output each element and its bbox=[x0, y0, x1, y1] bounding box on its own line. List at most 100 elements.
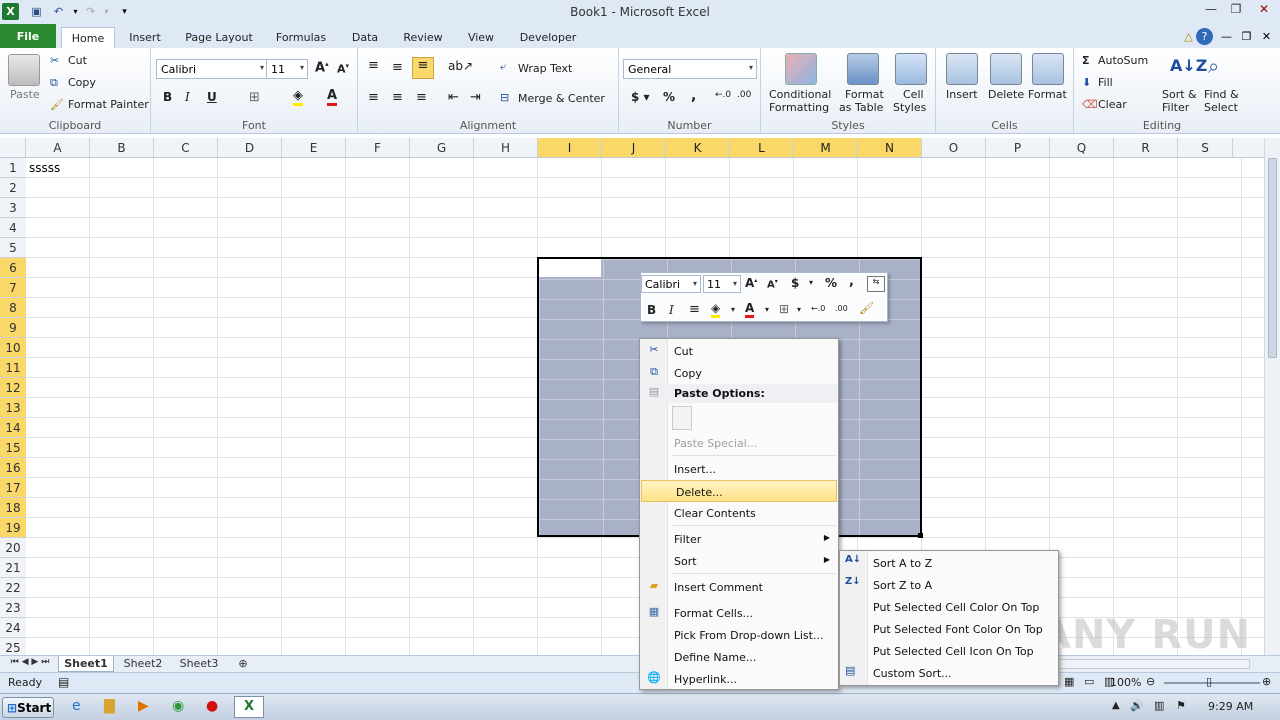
insert-cells-icon[interactable] bbox=[946, 53, 978, 85]
row-header-3[interactable]: 3 bbox=[0, 198, 26, 218]
decrease-indent-icon[interactable]: ⇤ bbox=[448, 90, 459, 105]
conditional-formatting-icon[interactable] bbox=[785, 53, 817, 85]
row-header-20[interactable]: 20 bbox=[0, 538, 26, 558]
align-right-icon[interactable]: ≡ bbox=[416, 90, 427, 105]
mini-comma-icon[interactable]: , bbox=[849, 274, 854, 289]
insert-sheet-icon[interactable]: ⊕ bbox=[232, 656, 254, 672]
mini-grow-font-icon[interactable]: A▴ bbox=[745, 276, 757, 290]
shrink-font-icon[interactable]: A▾ bbox=[337, 62, 349, 76]
column-header-q[interactable]: Q bbox=[1050, 138, 1114, 157]
sort-z-to-a[interactable]: Z↓ Sort Z to A bbox=[840, 574, 1058, 596]
row-header-5[interactable]: 5 bbox=[0, 238, 26, 258]
sort-a-to-z[interactable]: A↓ Sort A to Z bbox=[840, 552, 1058, 574]
row-header-15[interactable]: 15 bbox=[0, 438, 26, 458]
tray-up-icon[interactable]: ▲ bbox=[1112, 700, 1120, 711]
delete-cells-button[interactable]: Delete bbox=[988, 88, 1024, 101]
ribbon-minimize-icon[interactable]: △ bbox=[1180, 28, 1197, 45]
menu-item-define-name[interactable]: Define Name... bbox=[640, 646, 838, 668]
grow-font-icon[interactable]: A▴ bbox=[315, 60, 329, 75]
format-painter-icon[interactable]: 🖌 bbox=[50, 98, 64, 111]
macro-record-icon[interactable]: ▤ bbox=[58, 675, 69, 689]
increase-decimal-icon[interactable]: ←.0 bbox=[715, 90, 731, 100]
active-cell[interactable] bbox=[539, 259, 601, 277]
row-header-19[interactable]: 19 bbox=[0, 518, 26, 538]
chrome-icon[interactable]: ◉ bbox=[172, 698, 184, 714]
tab-insert[interactable]: Insert bbox=[122, 27, 168, 48]
cut-icon[interactable]: ✂ bbox=[50, 54, 59, 67]
paste-option-icon[interactable] bbox=[672, 406, 692, 430]
explorer-icon[interactable]: ▇ bbox=[104, 698, 115, 714]
clear-icon[interactable]: ⌫ bbox=[1082, 98, 1098, 111]
page-layout-view-icon[interactable]: ▭ bbox=[1084, 675, 1094, 688]
row-header-12[interactable]: 12 bbox=[0, 378, 26, 398]
vertical-scrollbar[interactable] bbox=[1264, 138, 1280, 655]
wrap-text-icon[interactable]: ⤶ bbox=[500, 60, 506, 74]
mini-font-color-dropdown-icon[interactable]: ▾ bbox=[765, 305, 769, 314]
menu-item-clear-contents[interactable]: Clear Contents bbox=[640, 502, 838, 524]
opera-icon[interactable]: ● bbox=[206, 698, 218, 714]
cell-icon-on-top[interactable]: Put Selected Cell Icon On Top bbox=[840, 640, 1058, 662]
mini-bold-icon[interactable]: B bbox=[647, 303, 656, 317]
column-header-m[interactable]: M bbox=[794, 138, 858, 157]
column-header-e[interactable]: E bbox=[282, 138, 346, 157]
conditional-formatting-line1[interactable]: Conditional bbox=[769, 88, 831, 101]
mini-italic-icon[interactable]: I bbox=[669, 303, 674, 317]
align-bottom-icon[interactable]: ≡ bbox=[412, 57, 434, 79]
fill-icon[interactable]: ⬇ bbox=[1082, 76, 1091, 89]
minimize-icon[interactable]: — bbox=[1199, 2, 1223, 20]
column-header-n[interactable]: N bbox=[858, 138, 922, 157]
volume-icon[interactable]: 🔊 bbox=[1130, 699, 1144, 712]
decrease-decimal-icon[interactable]: .00 bbox=[737, 90, 751, 100]
column-header-b[interactable]: B bbox=[90, 138, 154, 157]
cell-color-on-top[interactable]: Put Selected Cell Color On Top bbox=[840, 596, 1058, 618]
mini-borders-icon[interactable]: ⊞ bbox=[779, 302, 789, 316]
column-header-l[interactable]: L bbox=[730, 138, 794, 157]
row-header-22[interactable]: 22 bbox=[0, 578, 26, 598]
menu-item-format-cells[interactable]: ▦ Format Cells... bbox=[640, 602, 838, 624]
scroll-thumb[interactable] bbox=[1268, 158, 1277, 358]
cell-styles-line2[interactable]: Styles bbox=[893, 101, 926, 114]
fill-button[interactable]: Fill bbox=[1098, 76, 1113, 89]
format-as-table-line2[interactable]: as Table bbox=[839, 101, 883, 114]
media-player-icon[interactable]: ▶ bbox=[138, 698, 149, 714]
restore-icon[interactable]: ❐ bbox=[1224, 2, 1248, 20]
orientation-icon[interactable]: ab↗ bbox=[448, 59, 473, 73]
align-left-icon[interactable]: ≡ bbox=[368, 90, 379, 105]
increase-indent-icon[interactable]: ⇥ bbox=[470, 90, 481, 105]
fill-color-icon[interactable]: ◈ bbox=[293, 88, 303, 106]
align-top-icon[interactable]: ≡ bbox=[368, 58, 379, 73]
currency-icon[interactable]: $ ▾ bbox=[631, 90, 650, 104]
row-header-9[interactable]: 9 bbox=[0, 318, 26, 338]
format-painter-button[interactable]: Format Painter bbox=[68, 98, 149, 111]
flag-icon[interactable]: ⚑ bbox=[1176, 699, 1186, 712]
network-icon[interactable]: ▥ bbox=[1154, 699, 1164, 712]
menu-item-insert-comment[interactable]: ▰ Insert Comment bbox=[640, 576, 838, 598]
paste-button[interactable]: Paste bbox=[10, 88, 40, 101]
column-header-j[interactable]: J bbox=[602, 138, 666, 157]
excel-taskbar-icon[interactable]: X bbox=[234, 696, 264, 718]
italic-icon[interactable]: I bbox=[185, 90, 190, 104]
tab-page-layout[interactable]: Page Layout bbox=[180, 27, 258, 48]
sort-filter-line1[interactable]: Sort & bbox=[1162, 88, 1197, 101]
tab-formulas[interactable]: Formulas bbox=[270, 27, 332, 48]
clear-button[interactable]: Clear bbox=[1098, 98, 1127, 111]
column-header-o[interactable]: O bbox=[922, 138, 986, 157]
zoom-in-icon[interactable]: ⊕ bbox=[1262, 675, 1271, 688]
sort-filter-line2[interactable]: Filter bbox=[1162, 101, 1189, 114]
mini-font-color-icon[interactable]: A bbox=[745, 301, 755, 318]
fill-handle[interactable] bbox=[918, 533, 923, 538]
zoom-level[interactable]: 100% bbox=[1110, 676, 1141, 689]
row-header-21[interactable]: 21 bbox=[0, 558, 26, 578]
cell-a1[interactable]: sssss bbox=[29, 161, 60, 175]
copy-button[interactable]: Copy bbox=[68, 76, 96, 89]
paste-icon[interactable] bbox=[8, 54, 40, 86]
mini-fill-color-icon[interactable]: ◈ bbox=[711, 301, 721, 318]
row-header-24[interactable]: 24 bbox=[0, 618, 26, 638]
row-header-7[interactable]: 7 bbox=[0, 278, 26, 298]
tab-file[interactable]: File bbox=[0, 24, 56, 48]
borders-icon[interactable]: ⊞ bbox=[249, 90, 260, 105]
start-button[interactable]: ⊞Start bbox=[2, 697, 54, 718]
number-format-combo[interactable]: General ▾ bbox=[623, 59, 757, 79]
insert-cells-button[interactable]: Insert bbox=[946, 88, 978, 101]
menu-item-hyperlink[interactable]: 🌐 Hyperlink... bbox=[640, 668, 838, 690]
